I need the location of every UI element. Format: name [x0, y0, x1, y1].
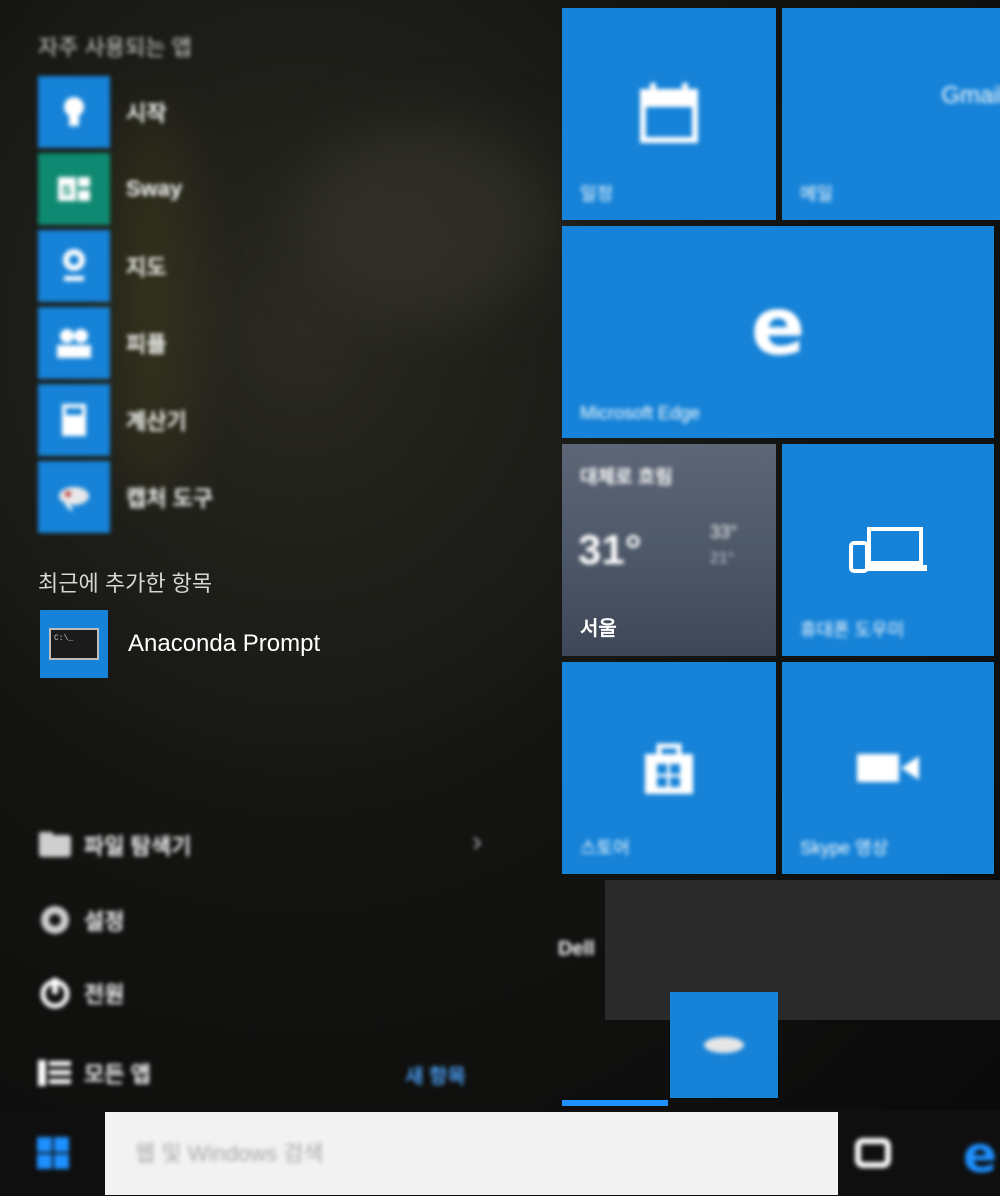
dell-group-background — [605, 880, 1000, 1020]
tile-edge[interactable]: e Microsoft Edge — [562, 226, 994, 438]
svg-text:e: e — [963, 1128, 997, 1178]
app-item-people[interactable]: 피플 — [38, 307, 558, 379]
tile-mail[interactable]: Gmail 메일 — [782, 8, 1000, 220]
all-apps-label: 모든 앱 — [84, 1062, 151, 1087]
tile-label: 휴대폰 도우미 — [800, 620, 905, 640]
app-item-tips[interactable]: 시작 — [38, 76, 558, 148]
people-icon — [38, 307, 110, 379]
tile-dell-app[interactable] — [670, 992, 778, 1098]
task-view-button[interactable] — [855, 1138, 891, 1173]
folder-icon — [39, 832, 71, 857]
tile-label: Skype 영상 — [800, 838, 889, 858]
gear-icon — [41, 906, 69, 934]
tile-label: Microsoft Edge — [580, 403, 701, 423]
start-button[interactable] — [0, 1110, 105, 1195]
svg-text:C:\_: C:\_ — [54, 634, 73, 643]
search-box[interactable] — [105, 1111, 838, 1196]
tile-phone-companion[interactable]: 휴대폰 도우미 — [782, 444, 994, 656]
app-label: Sway — [126, 176, 183, 201]
all-apps-item[interactable]: 모든 앱 — [38, 1053, 151, 1093]
phone-laptop-icon — [849, 527, 927, 573]
taskbar-edge-button[interactable]: e — [960, 1126, 1000, 1184]
windows-logo-icon — [36, 1136, 69, 1169]
tile-skype[interactable]: Skype 영상 — [782, 662, 994, 874]
power-icon — [40, 978, 70, 1009]
store-bag-icon — [645, 743, 693, 794]
calculator-icon — [38, 384, 110, 456]
app-item-calculator[interactable]: 계산기 — [38, 384, 558, 456]
settings-label: 설정 — [84, 909, 125, 934]
edge-taskbar-icon: e — [963, 1126, 997, 1184]
most-used-title: 자주 사용되는 앱 — [38, 35, 192, 60]
task-view-icon — [855, 1138, 891, 1168]
terminal-icon: C:\_ — [40, 610, 108, 678]
chevron-right-icon[interactable]: › — [472, 825, 482, 859]
recently-added-title: 최근에 추가한 항목 — [38, 571, 213, 596]
app-label: Anaconda Prompt — [128, 630, 321, 657]
app-label: 계산기 — [126, 409, 187, 434]
weather-temp: 31° — [578, 526, 642, 573]
power-label: 전원 — [84, 982, 125, 1007]
weather-low: 21° — [710, 550, 735, 567]
video-camera-icon — [857, 754, 919, 782]
edge-icon: e — [751, 292, 805, 372]
taskbar-active-indicator — [562, 1100, 668, 1106]
weather-condition: 대체로 흐림 — [580, 467, 673, 488]
svg-text:e: e — [751, 292, 805, 372]
new-items-badge: 새 항목 — [405, 1066, 466, 1088]
map-pin-icon — [38, 230, 110, 302]
file-explorer-item[interactable]: 파일 탐색기 — [38, 825, 191, 865]
tile-calendar[interactable]: 일정 — [562, 8, 776, 220]
tile-store[interactable]: 스토어 — [562, 662, 776, 874]
weather-city: 서울 — [580, 618, 617, 640]
calendar-icon — [640, 83, 698, 143]
weather-high: 33° — [710, 522, 738, 542]
app-item-sway[interactable]: S Sway — [38, 153, 558, 225]
app-item-anaconda-prompt[interactable]: C:\_ Anaconda Prompt — [40, 610, 320, 678]
search-input[interactable] — [105, 1111, 838, 1196]
svg-text:S: S — [62, 182, 71, 198]
snipping-tool-icon — [38, 461, 110, 533]
app-label: 지도 — [126, 255, 167, 280]
settings-item[interactable]: 설정 — [38, 900, 124, 940]
dell-group-label: Dell — [558, 938, 595, 960]
app-item-maps[interactable]: 지도 — [38, 230, 558, 302]
power-item[interactable]: 전원 — [38, 973, 124, 1013]
sway-icon: S — [38, 153, 110, 225]
app-label: 피플 — [126, 332, 167, 357]
app-label: 시작 — [126, 101, 167, 126]
list-icon — [38, 1060, 71, 1086]
app-label: 캡처 도구 — [126, 486, 214, 511]
gmail-brand: Gmail — [941, 82, 1000, 109]
tile-weather[interactable]: 대체로 흐림 31° 33° 21° 서울 — [562, 444, 776, 656]
tile-label: 메일 — [800, 184, 834, 204]
dell-app-icon — [704, 1037, 744, 1053]
tile-label: 일정 — [580, 184, 614, 204]
file-explorer-label: 파일 탐색기 — [84, 834, 192, 859]
start-menu: 자주 사용되는 앱 시작 S Sway 지도 피플 계산기 캡처 도구 최근에 … — [0, 0, 1000, 1110]
lightbulb-icon — [38, 76, 110, 148]
tile-label: 스토어 — [580, 838, 630, 858]
app-item-snipping[interactable]: 캡처 도구 — [38, 461, 558, 533]
